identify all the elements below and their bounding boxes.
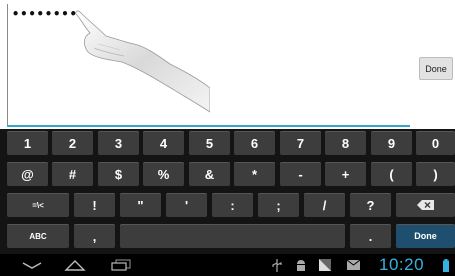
key-exclamation[interactable]: ! [74, 193, 115, 217]
back-button[interactable] [20, 254, 44, 276]
keyboard-row-bottom: ABC , . Done [0, 224, 455, 250]
system-nav-bar: 10:20 [0, 254, 455, 276]
keyboard-row-numbers: 1 2 3 4 5 6 7 8 9 0 [0, 131, 455, 157]
keyboard-row-symbols-2: =\< ! " ' : ; / ? [0, 193, 455, 219]
key-colon[interactable]: : [212, 193, 253, 217]
key-2[interactable]: 2 [52, 131, 93, 155]
key-semicolon[interactable]: ; [258, 193, 299, 217]
pointing-hand-image [75, 10, 210, 113]
key-double-quote[interactable]: " [120, 193, 161, 217]
key-dollar[interactable]: $ [98, 162, 139, 186]
battery-icon [440, 254, 452, 276]
usb-icon [270, 254, 284, 276]
key-asterisk[interactable]: * [234, 162, 275, 186]
field-focus-underline [7, 125, 410, 127]
key-plus[interactable]: + [325, 162, 366, 186]
key-6[interactable]: 6 [234, 131, 275, 155]
key-5[interactable]: 5 [189, 131, 230, 155]
key-comma[interactable]: , [74, 224, 115, 248]
key-apostrophe[interactable]: ' [166, 193, 207, 217]
key-question[interactable]: ? [350, 193, 391, 217]
recent-apps-icon [111, 259, 131, 271]
key-0[interactable]: 0 [416, 131, 455, 155]
email-icon [345, 254, 361, 276]
key-open-paren[interactable]: ( [371, 162, 412, 186]
key-8[interactable]: 8 [325, 131, 366, 155]
key-backspace[interactable] [396, 193, 455, 217]
key-4[interactable]: 4 [143, 131, 184, 155]
android-debug-icon [294, 254, 308, 276]
app-screen: •••••••• Done [0, 0, 455, 128]
done-button-top[interactable]: Done [419, 57, 453, 80]
key-at[interactable]: @ [7, 162, 48, 186]
symbols-keyboard: 1 2 3 4 5 6 7 8 9 0 @ # $ % & * - + ( ) … [0, 129, 455, 254]
keyboard-row-symbols-1: @ # $ % & * - + ( ) [0, 162, 455, 188]
signal-icon [318, 254, 332, 276]
recent-apps-button[interactable] [108, 254, 134, 276]
key-hash[interactable]: # [52, 162, 93, 186]
key-period[interactable]: . [350, 224, 391, 248]
key-minus[interactable]: - [280, 162, 321, 186]
key-1[interactable]: 1 [7, 131, 48, 155]
key-7[interactable]: 7 [280, 131, 321, 155]
key-done[interactable]: Done [396, 224, 455, 248]
key-9[interactable]: 9 [371, 131, 412, 155]
key-slash[interactable]: / [304, 193, 345, 217]
home-button[interactable] [62, 254, 88, 276]
back-icon [22, 262, 42, 269]
key-space[interactable] [120, 224, 345, 248]
key-abc[interactable]: ABC [7, 224, 69, 248]
key-percent[interactable]: % [143, 162, 184, 186]
key-ampersand[interactable]: & [189, 162, 230, 186]
key-more-symbols[interactable]: =\< [7, 193, 69, 217]
status-clock: 10:20 [379, 255, 425, 274]
home-icon [64, 260, 86, 271]
key-close-paren[interactable]: ) [416, 162, 455, 186]
key-3[interactable]: 3 [98, 131, 139, 155]
backspace-icon [416, 200, 434, 210]
